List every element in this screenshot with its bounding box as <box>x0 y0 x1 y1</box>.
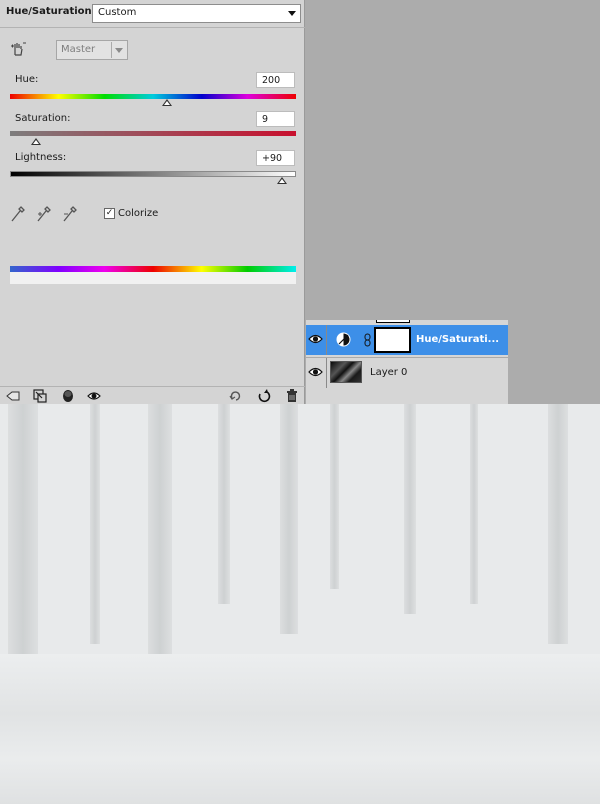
tree-trunk <box>148 404 172 674</box>
document-canvas[interactable] <box>0 404 600 804</box>
undo-icon[interactable] <box>257 389 271 403</box>
eyedropper-minus-icon[interactable] <box>62 205 78 223</box>
lightness-slider-track[interactable] <box>10 171 296 177</box>
panel-header: Hue/Saturation Custom <box>0 0 305 28</box>
reset-icon[interactable] <box>229 389 243 403</box>
chevron-down-icon <box>288 11 296 16</box>
divider <box>111 42 112 58</box>
eyedropper-icon[interactable] <box>10 205 26 223</box>
saturation-slider-track[interactable] <box>10 131 296 136</box>
chevron-down-icon <box>115 48 123 53</box>
divider <box>326 358 327 388</box>
layer-row-hue-saturation[interactable]: Hue/Saturati... <box>306 325 508 355</box>
colorize-checkbox[interactable]: ✓ <box>104 208 115 219</box>
hue-slider-track[interactable] <box>10 94 296 99</box>
lightness-slider-thumb[interactable] <box>276 177 287 184</box>
preset-value: Custom <box>98 7 137 18</box>
adjustment-layer-icon <box>336 332 351 347</box>
layer-name[interactable]: Layer 0 <box>370 367 407 378</box>
saturation-input[interactable]: 9 <box>256 111 295 127</box>
tree-trunk <box>330 404 339 589</box>
panel-title: Hue/Saturation <box>6 6 92 17</box>
tree-trunk <box>548 404 568 644</box>
eye-icon[interactable] <box>308 333 323 345</box>
channel-value: Master <box>61 44 96 55</box>
layer-name[interactable]: Hue/Saturati... <box>416 334 504 345</box>
saturation-slider-thumb[interactable] <box>30 138 41 145</box>
mask-icon[interactable] <box>61 389 75 403</box>
layer-thumbnail-partial <box>376 320 410 323</box>
hue-label: Hue: <box>15 74 39 85</box>
eye-icon[interactable] <box>308 366 323 378</box>
divider <box>326 325 327 355</box>
delete-icon[interactable] <box>285 389 299 403</box>
targeted-adjustment-icon[interactable] <box>9 40 27 58</box>
tree-trunk <box>280 404 298 634</box>
output-color-spectrum <box>10 272 296 284</box>
link-icon[interactable] <box>364 333 371 347</box>
channel-select[interactable]: Master <box>56 40 128 60</box>
view-previous-icon[interactable] <box>33 389 47 403</box>
visibility-icon[interactable] <box>87 389 101 403</box>
tree-trunk <box>404 404 416 614</box>
eyedropper-plus-icon[interactable] <box>36 205 52 223</box>
hue-slider-thumb[interactable] <box>162 99 173 106</box>
clip-to-layer-icon[interactable] <box>6 389 20 403</box>
saturation-label: Saturation: <box>15 113 71 124</box>
tree-trunk <box>90 404 100 644</box>
colorize-label: Colorize <box>118 208 159 219</box>
tree-trunk <box>470 404 478 604</box>
layer-row-layer-0[interactable]: Layer 0 <box>306 357 508 388</box>
lightness-input[interactable]: +90 <box>256 150 295 166</box>
preset-dropdown[interactable]: Custom <box>92 4 301 23</box>
layer-thumbnail[interactable] <box>330 361 362 383</box>
lightness-label: Lightness: <box>15 152 67 163</box>
panel-footer <box>0 386 305 404</box>
properties-panel: Hue/Saturation Custom Master Hue: 200 Sa… <box>0 0 305 404</box>
layer-mask-thumbnail[interactable] <box>374 327 411 353</box>
hue-input[interactable]: 200 <box>256 72 295 88</box>
layers-panel: Hue/Saturati... Layer 0 <box>306 320 508 404</box>
forest-ground <box>0 654 600 804</box>
tree-trunk <box>218 404 230 604</box>
